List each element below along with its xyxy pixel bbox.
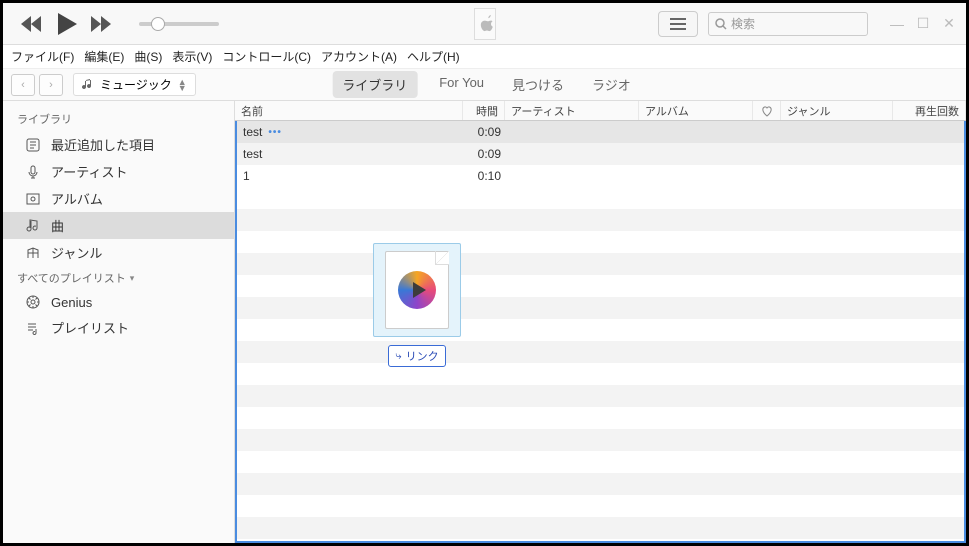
content-area: 名前 時間 アーティスト アルバム ジャンル 再生回数 test •••0:09… [235,101,966,543]
drag-preview: ⤷ リンク [367,243,467,367]
link-arrow-icon: ⤷ [395,350,401,363]
sidebar-item[interactable]: 曲 [3,212,234,239]
sidebar-item-label: アルバム [51,189,103,208]
right-controls: 検索 — ☐ ✕ [658,11,958,37]
track-list[interactable]: test •••0:09test0:0910:10 ⤷ リンク [235,121,966,543]
recent-icon [25,137,41,153]
close-button[interactable]: ✕ [940,15,958,33]
cell-time: 0:09 [465,125,507,139]
link-label: リンク [406,348,439,364]
now-playing-area [474,8,496,40]
drag-thumbnail [373,243,461,337]
note-icon [25,218,41,234]
menu-item[interactable]: 表示(V) [172,48,212,65]
minimize-button[interactable]: — [888,15,906,33]
previous-icon[interactable] [21,16,41,32]
cell-time: 0:09 [465,147,507,161]
nav-tab[interactable]: For You [433,71,490,98]
transport-controls [11,13,229,35]
list-view-button[interactable] [658,11,698,37]
back-button[interactable]: ‹ [11,74,35,96]
player-bar: 検索 — ☐ ✕ [3,3,966,45]
menu-item[interactable]: 曲(S) [134,48,162,65]
search-icon [715,18,727,30]
updown-icon: ▲▼ [178,79,187,91]
source-label: ミュージック [100,76,172,93]
sidebar-library-header: ライブラリ [3,107,234,131]
sidebar-item[interactable]: ジャンル [3,239,234,266]
col-album[interactable]: アルバム [639,101,753,120]
link-badge: ⤷ リンク [388,345,445,367]
cell-name: 1 [237,169,465,183]
nav-row: ‹ › ミュージック ▲▼ ライブラリ For You 見つけるラジオ [3,69,966,101]
playlist-icon [25,320,41,336]
mic-icon [25,164,41,180]
cell-name: test [237,147,465,161]
nav-tab[interactable]: ライブラリ [332,71,417,98]
play-icon[interactable] [55,13,77,35]
table-row[interactable]: test0:09 [237,143,964,165]
menu-item[interactable]: ヘルプ(H) [407,48,460,65]
sidebar-item-label: Genius [51,295,92,310]
column-headers: 名前 時間 アーティスト アルバム ジャンル 再生回数 [235,101,966,121]
sidebar-item-label: ジャンル [51,243,102,262]
genius-icon [25,294,41,310]
sidebar-item-label: アーティスト [51,162,127,181]
forward-button[interactable]: › [39,74,63,96]
app-window: 検索 — ☐ ✕ ファイル(F) 編集(E) 曲(S) 表示(V) コントロール(C) ア… [0,0,969,546]
col-name[interactable]: 名前 [235,101,463,120]
album-icon [25,191,41,207]
sidebar-item-label: 曲 [51,216,64,235]
col-time[interactable]: 時間 [463,101,505,120]
heart-icon [761,105,773,117]
col-heart[interactable] [753,101,781,120]
genre-icon [25,245,41,261]
main-split: ライブラリ 最近追加した項目アーティストアルバム曲ジャンル すべてのプレイリスト… [3,101,966,543]
nav-tabs: ライブラリ For You 見つけるラジオ [332,71,637,98]
col-plays[interactable]: 再生回数 [893,101,966,120]
menu-item[interactable]: ファイル(F) [11,48,74,65]
search-placeholder: 検索 [731,15,755,32]
menu-item[interactable]: コントロール(C) [222,48,311,65]
cell-time: 0:10 [465,169,507,183]
sidebar-item-label: 最近追加した項目 [51,135,155,154]
search-input[interactable]: 検索 [708,12,868,36]
nav-arrows: ‹ › [11,74,63,96]
menu-bar: ファイル(F) 編集(E) 曲(S) 表示(V) コントロール(C) アカウント(A) ヘル… [3,45,966,69]
list-icon [670,18,686,30]
document-icon [385,251,449,329]
next-icon[interactable] [91,16,111,32]
apple-logo-icon [475,14,495,34]
source-selector[interactable]: ミュージック ▲▼ [73,73,196,96]
nav-tab[interactable]: ラジオ [586,71,637,98]
sidebar-item[interactable]: アルバム [3,185,234,212]
sidebar-item[interactable]: Genius [3,290,234,314]
menu-item[interactable]: アカウント(A) [321,48,397,65]
volume-slider[interactable] [139,22,219,26]
col-artist[interactable]: アーティスト [505,101,639,120]
titlebar-buttons: — ☐ ✕ [888,15,958,33]
sidebar: ライブラリ 最近追加した項目アーティストアルバム曲ジャンル すべてのプレイリスト… [3,101,235,543]
playlists-header-label: すべてのプレイリスト [17,270,126,286]
sidebar-item[interactable]: プレイリスト [3,314,234,341]
sidebar-item-label: プレイリスト [51,318,129,337]
table-row[interactable]: test •••0:09 [237,121,964,143]
table-row[interactable]: 10:10 [237,165,964,187]
sidebar-item[interactable]: アーティスト [3,158,234,185]
nav-tab[interactable]: 見つける [506,71,570,98]
menu-item[interactable]: 編集(E) [84,48,124,65]
volume-thumb[interactable] [151,17,165,31]
maximize-button[interactable]: ☐ [914,15,932,33]
col-genre[interactable]: ジャンル [781,101,893,120]
music-note-icon [82,79,94,91]
cell-name: test ••• [237,125,465,139]
sidebar-item[interactable]: 最近追加した項目 [3,131,234,158]
media-play-icon [398,271,436,309]
empty-stripes [237,187,964,541]
sidebar-playlists-header: すべてのプレイリスト ▾ [3,266,234,290]
chevron-down-icon[interactable]: ▾ [130,273,135,284]
context-menu-button[interactable]: ••• [268,127,282,138]
